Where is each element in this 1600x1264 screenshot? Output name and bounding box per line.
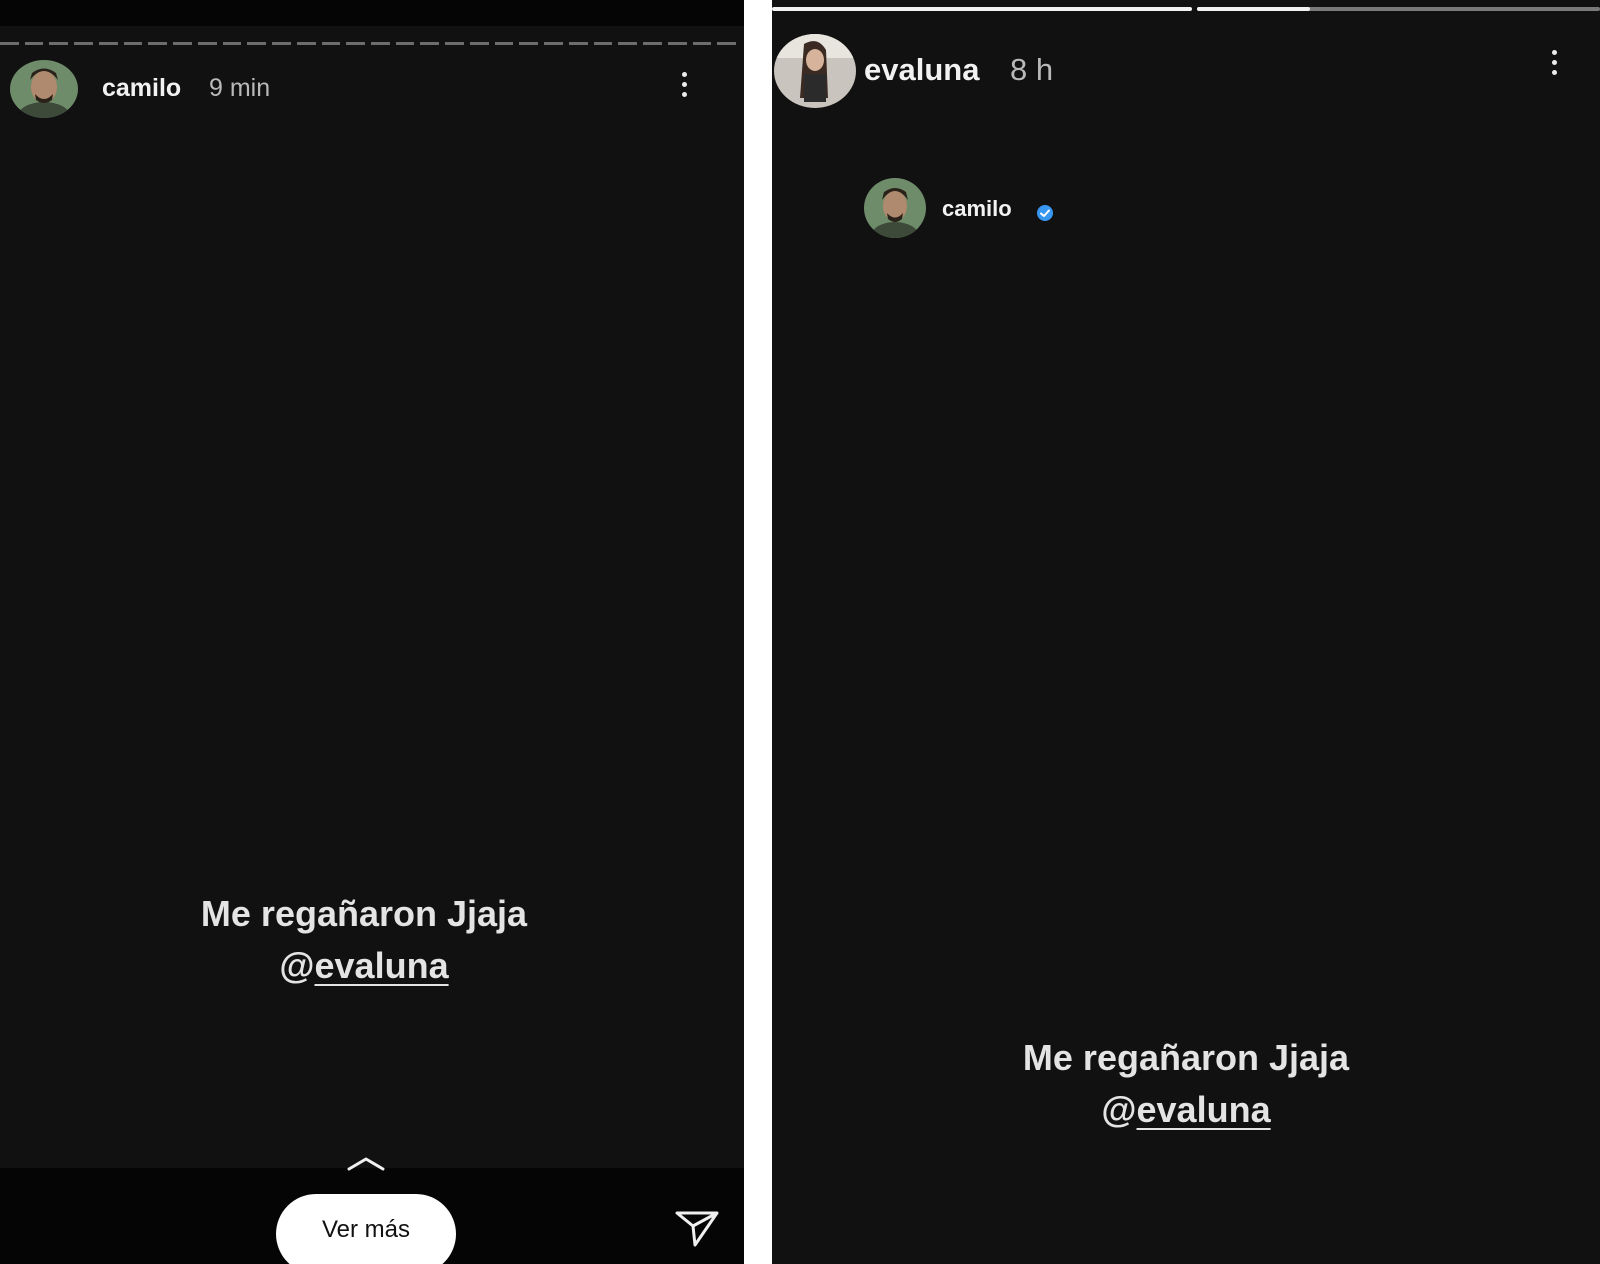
caption-mention[interactable]: @evaluna [772, 1084, 1600, 1136]
progress-segment [49, 42, 69, 45]
progress-segment [371, 42, 390, 45]
story-username[interactable]: evaluna [864, 52, 979, 88]
more-options-icon[interactable] [678, 72, 690, 97]
mention-link[interactable]: evaluna [315, 945, 449, 986]
progress-segment [618, 42, 638, 45]
verified-badge-icon [1037, 205, 1053, 221]
progress-segment [74, 42, 93, 45]
story-progress-segment-active [1197, 7, 1600, 11]
progress-segment [321, 42, 341, 45]
progress-segment [395, 42, 415, 45]
story-caption: Me regañaron Jjaja @evaluna [772, 1032, 1600, 1136]
progress-segment [24, 42, 44, 45]
story-caption: Me regañaron Jjaja @evaluna [0, 888, 728, 992]
story-username[interactable]: camilo [102, 74, 181, 103]
mention-link[interactable]: evaluna [1137, 1089, 1271, 1130]
more-options-icon[interactable] [1548, 50, 1560, 75]
shared-post-username[interactable]: camilo [942, 196, 1012, 222]
progress-segment [469, 42, 489, 45]
story-timestamp: 9 min [209, 74, 271, 102]
progress-segment [420, 42, 440, 45]
shared-post-avatar[interactable] [864, 178, 926, 238]
caption-mention[interactable]: @evaluna [0, 940, 728, 992]
progress-segment [296, 42, 316, 45]
story-progress-segments [0, 42, 737, 45]
progress-segment [445, 42, 464, 45]
progress-segment [593, 42, 613, 45]
progress-segment [0, 42, 19, 45]
progress-segment [197, 42, 217, 45]
mention-at-sign: @ [279, 945, 315, 986]
send-icon[interactable] [674, 1208, 720, 1248]
right-story-panel: evaluna 8 h camilo Me regañaron Jjaja @e… [772, 0, 1600, 1264]
caption-text: Me regañaron Jjaja [1022, 1037, 1350, 1078]
chevron-up-icon[interactable] [346, 1154, 386, 1172]
progress-segment [643, 42, 662, 45]
progress-segment [692, 42, 712, 45]
progress-segment [148, 42, 168, 45]
progress-segment [519, 42, 539, 45]
progress-segment [222, 42, 242, 45]
avatar[interactable] [774, 34, 856, 108]
progress-segment [568, 42, 588, 45]
progress-segment [173, 42, 192, 45]
status-strip [0, 0, 744, 26]
story-progress-segment [772, 7, 1192, 11]
avatar[interactable] [10, 60, 78, 118]
see-more-button[interactable]: Ver más [276, 1194, 456, 1264]
caption-text: Me regañaron Jjaja [200, 893, 528, 934]
progress-segment [272, 42, 291, 45]
progress-segment [667, 42, 687, 45]
story-timestamp: 8 h [1010, 52, 1054, 87]
progress-segment [717, 42, 737, 45]
progress-segment [247, 42, 267, 45]
progress-segment [123, 42, 143, 45]
progress-segment [346, 42, 366, 45]
progress-fill [1197, 7, 1310, 11]
left-story-panel: camilo 9 min Me regañaron Jjaja @evaluna… [0, 0, 744, 1264]
progress-segment [98, 42, 118, 45]
mention-at-sign: @ [1101, 1089, 1137, 1130]
progress-segment [544, 42, 563, 45]
progress-segment [494, 42, 514, 45]
